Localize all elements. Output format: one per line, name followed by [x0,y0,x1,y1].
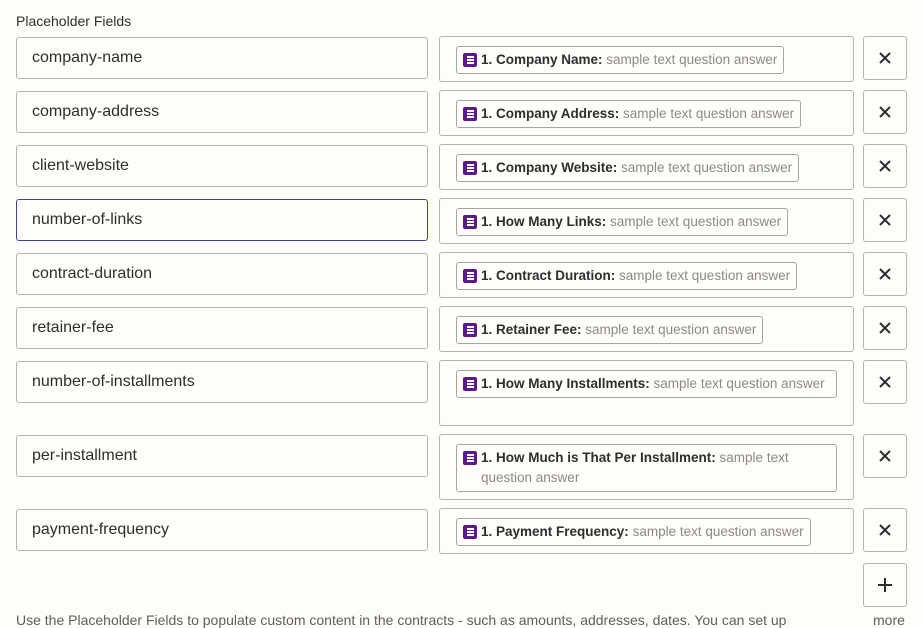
delete-row-button[interactable] [863,90,907,134]
delete-row-button[interactable] [863,434,907,478]
close-icon [879,376,891,388]
pill-label: 1. Company Name: [481,52,607,67]
placeholder-value-field[interactable]: 1. How Much is That Per Installment: sam… [439,434,854,500]
delete-row-button[interactable] [863,198,907,242]
pill-label: 1. How Much is That Per Installment: [481,450,720,465]
close-icon [879,524,891,536]
pill-sample: sample text question answer [619,268,791,283]
placeholder-value-field[interactable]: 1. Contract Duration: sample text questi… [439,252,854,298]
more-link[interactable]: more [873,612,905,628]
pill-label: 1. Payment Frequency: [481,524,633,539]
field-mapping-pill[interactable]: 1. Payment Frequency: sample text questi… [456,518,811,546]
pill-sample: sample text question answer [621,160,793,175]
close-icon [879,106,891,118]
placeholder-key-input[interactable]: payment-frequency [16,509,428,551]
placeholder-key-input[interactable]: retainer-fee [16,307,428,349]
plus-icon [878,578,892,592]
google-forms-icon [463,215,477,229]
section-title: Placeholder Fields [16,13,132,29]
google-forms-icon [463,525,477,539]
pill-sample: sample text question answer [653,376,825,391]
field-mapping-pill[interactable]: 1. Company Website: sample text question… [456,154,800,182]
google-forms-icon [463,323,477,337]
close-icon [879,268,891,280]
google-forms-icon [463,377,477,391]
google-forms-icon [463,107,477,121]
delete-row-button[interactable] [863,36,907,80]
add-field-button[interactable] [863,563,907,607]
delete-row-button[interactable] [863,360,907,404]
close-icon [879,450,891,462]
placeholder-value-field[interactable]: 1. Payment Frequency: sample text questi… [439,508,854,554]
placeholder-key-input[interactable]: contract-duration [16,253,428,295]
close-icon [879,214,891,226]
close-icon [879,160,891,172]
pill-label: 1. Company Address: [481,106,624,121]
pill-label: 1. Retainer Fee: [481,322,586,337]
delete-row-button[interactable] [863,508,907,552]
pill-label: 1. Contract Duration: [481,268,620,283]
pill-sample: sample text question answer [585,322,757,337]
close-icon [879,322,891,334]
placeholder-key-input[interactable]: number-of-installments [16,361,428,403]
pill-label: 1. How Many Links: [481,214,611,229]
placeholder-value-field[interactable]: 1. Company Website: sample text question… [439,144,854,190]
pill-sample: sample text question answer [606,52,778,67]
field-mapping-pill[interactable]: 1. Company Address: sample text question… [456,100,802,128]
pill-label: 1. Company Website: [481,160,622,175]
placeholder-value-field[interactable]: 1. Company Address: sample text question… [439,90,854,136]
field-mapping-pill[interactable]: 1. How Many Installments: sample text qu… [456,370,837,398]
field-mapping-pill[interactable]: 1. Retainer Fee: sample text question an… [456,316,764,344]
placeholder-key-input[interactable]: number-of-links [16,199,428,241]
placeholder-value-field[interactable]: 1. How Many Installments: sample text qu… [439,360,854,426]
delete-row-button[interactable] [863,252,907,296]
google-forms-icon [463,269,477,283]
placeholder-key-input[interactable]: per-installment [16,435,428,477]
field-mapping-pill[interactable]: 1. Contract Duration: sample text questi… [456,262,798,290]
pill-label: 1. How Many Installments: [481,376,654,391]
placeholder-value-field[interactable]: 1. How Many Links: sample text question … [439,198,854,244]
pill-sample: sample text question answer [610,214,782,229]
help-text: Use the Placeholder Fields to populate c… [16,612,787,628]
google-forms-icon [463,53,477,67]
placeholder-key-input[interactable]: client-website [16,145,428,187]
field-mapping-pill[interactable]: 1. Company Name: sample text question an… [456,46,785,74]
delete-row-button[interactable] [863,306,907,350]
pill-sample: sample text question answer [632,524,804,539]
placeholder-key-input[interactable]: company-name [16,37,428,79]
google-forms-icon [463,161,477,175]
close-icon [879,52,891,64]
placeholder-value-field[interactable]: 1. Company Name: sample text question an… [439,36,854,82]
placeholder-value-field[interactable]: 1. Retainer Fee: sample text question an… [439,306,854,352]
google-forms-icon [463,451,477,465]
field-mapping-pill[interactable]: 1. How Many Links: sample text question … [456,208,789,236]
field-mapping-pill[interactable]: 1. How Much is That Per Installment: sam… [456,444,837,492]
pill-sample: sample text question answer [623,106,795,121]
delete-row-button[interactable] [863,144,907,188]
placeholder-key-input[interactable]: company-address [16,91,428,133]
